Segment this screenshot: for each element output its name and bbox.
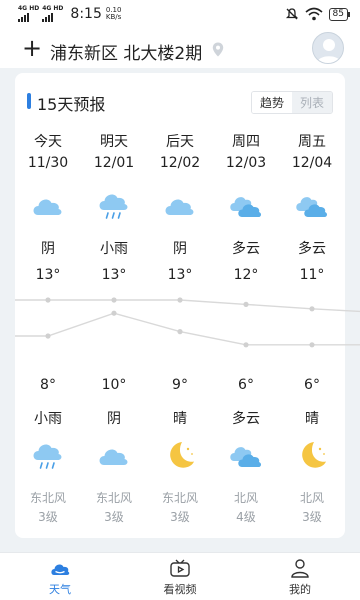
battery-icon: 85 — [328, 7, 351, 21]
wind-direction: 北风 — [299, 491, 324, 505]
low-temp-point-4 — [309, 342, 315, 348]
cloudy-icon — [96, 437, 132, 473]
wind-level: 3级 — [170, 510, 190, 524]
night-condition: 晴 — [305, 411, 319, 427]
signal-bars-icon — [18, 12, 30, 22]
toggle-list-button[interactable]: 列表 — [291, 92, 332, 113]
network-speed: 0.10 KB/s — [106, 7, 122, 21]
high-temp: 13° — [167, 267, 193, 283]
cloudy-icon — [30, 187, 66, 223]
high-temp-point-1 — [111, 297, 117, 303]
status-right: 85 — [285, 7, 351, 21]
wind-level: 3级 — [302, 510, 322, 524]
high-temp: 11° — [299, 267, 325, 283]
wifi-icon — [305, 7, 323, 21]
temperature-trend-chart — [15, 297, 360, 348]
nav-weather[interactable]: 天气 — [0, 553, 120, 600]
nav-me[interactable]: 我的 — [240, 553, 360, 600]
light-rain-icon — [96, 187, 132, 223]
speed-unit: KB/s — [105, 13, 122, 21]
low-temp: 6° — [304, 377, 320, 393]
signal-2: 4G HD — [42, 6, 63, 22]
wind-level: 3级 — [104, 510, 124, 524]
low-temp-points — [45, 310, 315, 348]
low-temp: 8° — [40, 377, 56, 393]
clear-night-icon — [162, 437, 198, 473]
low-temp-point-1 — [111, 310, 117, 316]
signal-bars-icon — [42, 12, 54, 22]
day-name: 后天 — [166, 134, 194, 150]
low-temp: 10° — [101, 377, 127, 393]
low-temp: 9° — [172, 377, 188, 393]
weather-tab-icon — [51, 564, 70, 575]
partly-cloudy-icon — [294, 187, 330, 223]
partly-cloudy-icon — [228, 187, 264, 223]
nav-weather-label: 天气 — [49, 583, 71, 596]
high-temp-point-3 — [243, 301, 249, 307]
night-condition: 多云 — [232, 411, 260, 427]
signal-1: 4G HD — [18, 6, 39, 22]
high-temp-point-4 — [309, 306, 315, 312]
high-temp-point-2 — [177, 297, 183, 303]
wind-direction: 东北风 — [29, 491, 66, 505]
day-date: 11/30 — [27, 155, 69, 171]
day-condition: 阴 — [173, 241, 187, 257]
location-title[interactable]: 浦东新区 北大楼2期 — [50, 39, 202, 64]
partly-cloudy-icon — [228, 437, 264, 473]
nav-video[interactable]: 看视频 — [120, 553, 240, 600]
clear-night-icon — [294, 437, 330, 473]
low-temp-point-3 — [243, 342, 249, 348]
user-avatar-icon — [317, 39, 341, 63]
day-name: 明天 — [100, 134, 128, 150]
day-date: 12/01 — [93, 155, 135, 171]
light-rain-icon — [30, 437, 66, 473]
high-temp-point-0 — [45, 297, 51, 303]
day-name: 今天 — [34, 134, 62, 150]
day-condition: 阴 — [41, 241, 55, 257]
avatar[interactable] — [312, 32, 344, 64]
low-temp-point-0 — [45, 333, 51, 339]
wind-direction: 东北风 — [95, 491, 132, 505]
title-accent-bar — [27, 93, 31, 109]
low-temp: 6° — [238, 377, 254, 393]
day-name: 周四 — [232, 134, 260, 150]
night-condition: 晴 — [173, 411, 187, 427]
status-left: 4G HD 4G HD 8:15 0.10 KB/s — [18, 6, 121, 22]
nav-video-label: 看视频 — [163, 583, 197, 596]
bottom-navigation: 天气 看视频 我的 — [0, 552, 360, 600]
nav-me-label: 我的 — [289, 583, 311, 596]
wind-level: 4级 — [236, 510, 256, 524]
user-profile-icon — [291, 559, 309, 578]
view-toggle: 趋势 列表 — [250, 91, 333, 114]
day-date: 12/04 — [291, 155, 333, 171]
high-temp: 13° — [101, 267, 127, 283]
day-condition: 小雨 — [100, 241, 128, 257]
day-condition: 多云 — [232, 241, 260, 257]
day-condition: 多云 — [298, 241, 326, 257]
low-temp-line — [15, 312, 360, 346]
toggle-trend-button[interactable]: 趋势 — [251, 92, 292, 113]
night-condition: 小雨 — [34, 411, 62, 427]
mute-bell-icon — [285, 8, 298, 20]
forecast-title: 15天预报 — [37, 95, 106, 114]
wind-level: 3级 — [38, 510, 58, 524]
low-temp-point-2 — [177, 329, 183, 335]
high-temp-line — [15, 299, 360, 313]
day-date: 12/02 — [159, 155, 201, 171]
app-header: + 浦东新区 北大楼2期 — [0, 30, 360, 68]
add-city-button[interactable]: + — [22, 36, 42, 60]
day-name: 周五 — [298, 134, 326, 150]
high-temp: 13° — [35, 267, 61, 283]
wind-direction: 东北风 — [161, 491, 198, 505]
cloudy-icon — [162, 187, 198, 223]
night-condition: 阴 — [107, 411, 121, 427]
location-pin-icon — [212, 42, 224, 57]
status-bar: 4G HD 4G HD 8:15 0.10 KB/s 85 — [0, 0, 360, 30]
day-date: 12/03 — [225, 155, 267, 171]
tv-video-icon — [170, 559, 190, 577]
wind-direction: 北风 — [233, 491, 258, 505]
clock: 8:15 — [70, 6, 102, 22]
high-temp: 12° — [233, 267, 259, 283]
